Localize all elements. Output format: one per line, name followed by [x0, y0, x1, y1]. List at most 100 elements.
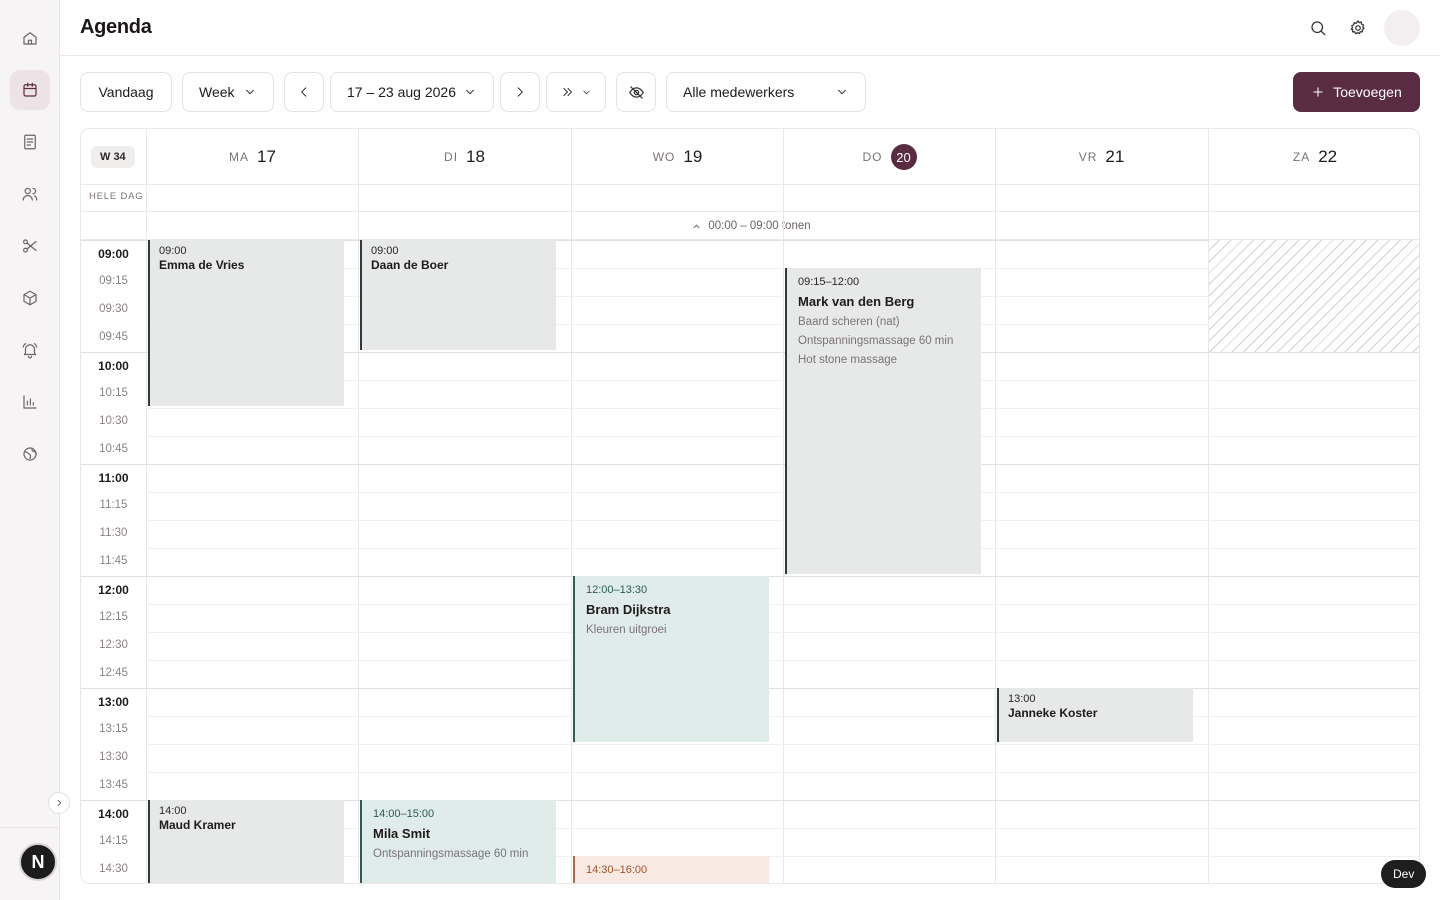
view-select[interactable]: Week [182, 72, 274, 112]
quarter-gridline [146, 520, 1419, 521]
nav-documents[interactable] [10, 122, 50, 162]
appointment-client: Daan de Boer [371, 258, 449, 272]
nav-services[interactable] [10, 226, 50, 266]
bell-icon [22, 343, 38, 359]
appointment-time: 09:00 [159, 245, 187, 257]
users-icon [22, 187, 38, 201]
day-header[interactable]: ZA 22 [1208, 129, 1419, 185]
document-icon [24, 134, 36, 150]
week-calendar: W 34 MA 17 DI 18 WO 19 DO 20 VR 21 ZA 22 HELE DAG 0… [80, 128, 1420, 884]
day-number: 22 [1318, 147, 1338, 166]
quarter-gridline [146, 408, 1419, 409]
nav-clients[interactable] [10, 174, 50, 214]
staff-filter-label: Alle medewerkers [683, 84, 795, 100]
day-column-divider [146, 185, 147, 883]
nav-notifications[interactable] [10, 330, 50, 370]
user-avatar[interactable]: N [19, 843, 57, 881]
quarter-gridline [146, 604, 1419, 605]
appointment-block[interactable]: 14:00 Maud Kramer [148, 800, 344, 883]
time-label: 09:00 [98, 247, 129, 261]
jump-menu-button[interactable] [546, 72, 606, 112]
quarter-gridline [146, 436, 1419, 437]
appointment-client: Bram Dijkstra [586, 602, 671, 617]
show-earlier-hours-button[interactable]: 00:00 – 09:00 tonen [81, 212, 1419, 240]
settings-button[interactable] [1346, 16, 1370, 40]
add-appointment-button[interactable]: Toevoegen [1293, 72, 1420, 112]
sidebar-collapse-button[interactable] [48, 792, 70, 814]
home-icon [23, 32, 37, 45]
chevron-down-icon [582, 90, 590, 94]
all-day-label: HELE DAG [89, 191, 144, 202]
day-abbr: DO [862, 150, 883, 164]
appointment-block[interactable]: 13:00 Janneke Koster [997, 688, 1193, 742]
appointment-block[interactable]: 09:00 Daan de Boer [360, 240, 556, 350]
day-abbr: WO [652, 150, 676, 164]
today-button[interactable]: Vandaag [80, 72, 172, 112]
box-icon [23, 290, 37, 306]
day-header[interactable]: MA 17 [146, 129, 358, 185]
chevron-left-icon [301, 87, 307, 97]
staff-filter-select[interactable]: Alle medewerkers [666, 72, 866, 112]
time-label: 10:15 [99, 387, 128, 399]
day-column-divider [995, 185, 996, 883]
today-label: Vandaag [98, 84, 154, 100]
gear-icon [1350, 20, 1365, 35]
nav-online[interactable] [10, 434, 50, 474]
sidebar-divider [0, 827, 60, 828]
quarter-gridline [146, 716, 1419, 717]
day-header[interactable]: DO 20 [783, 129, 995, 185]
day-header[interactable]: WO 19 [571, 129, 783, 185]
appointment-time: 14:00–15:00 [373, 808, 435, 820]
chevron-down-icon [837, 89, 847, 95]
appointment-time: 13:00 [1008, 693, 1036, 705]
date-range-picker[interactable]: 17 – 23 aug 2026 [330, 72, 494, 112]
appointment-block[interactable]: 14:00–15:00 Mila Smit Ontspanningsmassage … [360, 800, 556, 883]
day-column-divider [783, 185, 784, 883]
time-label: 13:30 [99, 751, 128, 763]
day-column-divider [571, 185, 572, 883]
appointment-block[interactable]: 09:00 Emma de Vries [148, 240, 344, 406]
time-label: 10:30 [99, 415, 128, 427]
time-label: 14:15 [99, 835, 128, 847]
profile-avatar[interactable] [1384, 10, 1420, 46]
search-icon [1311, 21, 1326, 36]
day-header[interactable]: VR 21 [995, 129, 1207, 185]
view-label: Week [199, 84, 235, 100]
scissors-icon [23, 239, 37, 253]
appointment-time: 14:00 [159, 805, 187, 817]
appointment-block[interactable]: 12:00–13:30 Bram Dijkstra Kleuren uitgroei [573, 576, 769, 742]
nav-home[interactable] [10, 18, 50, 58]
appointment-client: Maud Kramer [159, 818, 236, 832]
day-header[interactable]: DI 18 [358, 129, 570, 185]
appointment-block[interactable]: 09:15–12:00 Mark van den Berg Baard schere… [785, 268, 981, 574]
time-label: 13:15 [99, 723, 128, 735]
quarter-gridline [146, 772, 1419, 773]
time-label: 13:45 [99, 779, 128, 791]
appointment-block[interactable]: 14:30–16:00 [573, 856, 769, 883]
time-label: 14:00 [98, 807, 129, 821]
chevron-right-icon [517, 87, 523, 97]
quarter-gridline [146, 492, 1419, 493]
globe-icon [23, 447, 37, 461]
time-label: 09:30 [99, 303, 128, 315]
time-label: 12:30 [99, 639, 128, 651]
time-label: 14:30 [99, 863, 128, 875]
time-label: 12:15 [99, 611, 128, 623]
appointment-service: Baard scheren (nat) [798, 316, 900, 328]
nav-reports[interactable] [10, 382, 50, 422]
day-number: 19 [683, 147, 703, 166]
nav-products[interactable] [10, 278, 50, 318]
nav-calendar[interactable] [10, 70, 50, 110]
day-abbr: DI [444, 150, 459, 164]
appointment-time: 09:15–12:00 [798, 276, 860, 288]
next-week-button[interactable] [500, 72, 540, 112]
chevron-down-icon [245, 89, 255, 95]
search-button[interactable] [1306, 16, 1330, 40]
toggle-visibility-button[interactable] [616, 72, 656, 112]
page-title: Agenda [80, 16, 152, 38]
today-date-badge: 20 [890, 144, 917, 170]
chevron-up-icon [693, 223, 700, 228]
day-abbr: VR [1078, 150, 1098, 164]
appointment-time: 14:30–16:00 [586, 864, 648, 876]
previous-week-button[interactable] [284, 72, 324, 112]
